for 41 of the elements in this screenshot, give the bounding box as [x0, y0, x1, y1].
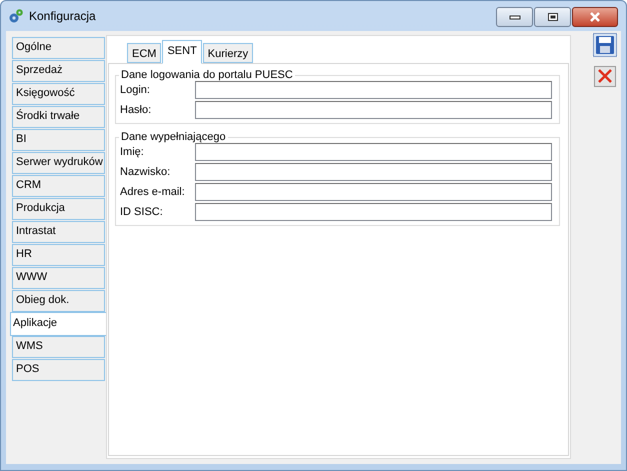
- field-label: ID SISC:: [120, 206, 164, 218]
- sidebar-item[interactable]: Obieg dok.: [12, 290, 105, 312]
- field-label: Nazwisko:: [120, 166, 172, 178]
- sidebar-item[interactable]: Księgowość: [12, 83, 105, 105]
- input-field[interactable]: [195, 203, 552, 221]
- sidebar-item[interactable]: Produkcja: [12, 198, 105, 220]
- sidebar-item[interactable]: Ogólne: [12, 37, 105, 59]
- tab[interactable]: SENT: [162, 40, 202, 64]
- sidebar-item[interactable]: Sprzedaż: [12, 60, 105, 82]
- delete-icon[interactable]: [594, 66, 616, 87]
- sidebar-item[interactable]: Serwer wydruków: [12, 152, 105, 174]
- group-title: Dane logowania do portalu PUESC: [120, 69, 294, 81]
- close-button[interactable]: [572, 7, 618, 27]
- sidebar-item[interactable]: CRM: [12, 175, 105, 197]
- sidebar-item[interactable]: WMS: [12, 336, 105, 358]
- gears-icon: [8, 8, 24, 24]
- field-label: Adres e-mail:: [120, 186, 186, 198]
- field-label: Login:: [120, 84, 151, 96]
- tab[interactable]: ECM: [127, 43, 162, 63]
- close-icon: [589, 12, 601, 22]
- sidebar-item[interactable]: WWW: [12, 267, 105, 289]
- sidebar-item[interactable]: Środki trwałe: [12, 106, 105, 128]
- minimize-button[interactable]: [496, 7, 533, 27]
- sidebar-item[interactable]: HR: [12, 244, 105, 266]
- minimize-icon: [508, 14, 520, 20]
- maximize-icon: [546, 12, 558, 22]
- save-icon[interactable]: [593, 33, 617, 57]
- input-field[interactable]: [195, 101, 552, 119]
- field-label: Imię:: [120, 146, 145, 158]
- sidebar-item[interactable]: Intrastat: [12, 221, 105, 243]
- input-field[interactable]: [195, 183, 552, 201]
- field-label: Hasło:: [120, 104, 152, 116]
- sidebar-item[interactable]: BI: [12, 129, 105, 151]
- group-title: Dane wypełniającego: [120, 131, 227, 143]
- input-field[interactable]: [195, 143, 552, 161]
- input-field[interactable]: [195, 163, 552, 181]
- maximize-button[interactable]: [534, 7, 571, 27]
- input-field[interactable]: [195, 81, 552, 99]
- sidebar-item[interactable]: POS: [12, 359, 105, 381]
- tab[interactable]: Kurierzy: [202, 43, 254, 63]
- window-title: Konfiguracja: [29, 9, 97, 23]
